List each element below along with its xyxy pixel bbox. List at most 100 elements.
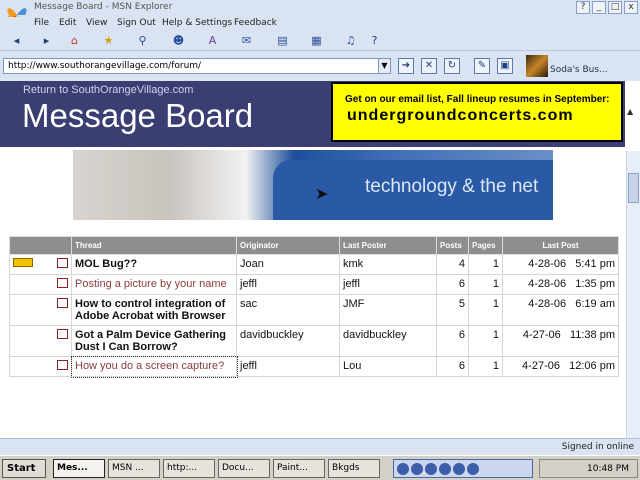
- stop-button[interactable]: ✕: [421, 58, 437, 74]
- task-msn[interactable]: MSN ...: [108, 459, 160, 478]
- forward-icon[interactable]: ▸: [40, 34, 53, 47]
- header-originator[interactable]: Originator: [236, 236, 340, 255]
- section-hero-image: ➤ technology & the net: [73, 150, 553, 220]
- originator-cell: jeffl: [236, 274, 340, 295]
- originator-cell: Joan: [236, 254, 340, 275]
- menu-help-settings[interactable]: Help & Settings: [162, 18, 232, 28]
- start-button[interactable]: Start: [2, 459, 46, 478]
- pages-cell: 1: [468, 356, 503, 377]
- last-poster-cell: kmk: [339, 254, 437, 275]
- favorites-icon[interactable]: ★: [102, 34, 115, 47]
- avatar[interactable]: [526, 55, 548, 77]
- last-post-cell: 4-27-06 12:06 pm: [502, 356, 619, 377]
- pages-cell: 1: [468, 274, 503, 295]
- table-row[interactable]: Posting a picture by your name jeffl jeffl…: [9, 274, 619, 295]
- edit-icon[interactable]: ✎: [474, 58, 490, 74]
- posts-cell: 6: [436, 274, 469, 295]
- originator-cell: sac: [236, 294, 340, 326]
- refresh-button[interactable]: ↻: [444, 58, 460, 74]
- thread-title[interactable]: Posting a picture by your name: [71, 274, 237, 295]
- taskbar: Start Mes... MSN ... http:... Docu... Pa…: [0, 455, 640, 480]
- title-bar: Message Board - MSN Explorer ? _ □ x: [0, 0, 640, 22]
- menu-feedback[interactable]: Feedback: [234, 18, 277, 28]
- email-icon[interactable]: ✉: [240, 34, 253, 47]
- money-icon[interactable]: ▤: [276, 34, 289, 47]
- last-post-cell: 4-28-06 1:35 pm: [502, 274, 619, 295]
- status-bar: Signed in online: [0, 438, 640, 455]
- user-name[interactable]: Soda's Bus...: [550, 65, 608, 75]
- posts-cell: 6: [436, 356, 469, 377]
- messenger-icon[interactable]: A: [206, 34, 219, 47]
- maximize-button[interactable]: □: [608, 1, 622, 14]
- thread-title[interactable]: How to control integration of Adobe Acro…: [71, 294, 237, 326]
- return-link[interactable]: Return to SouthOrangeVillage.com: [23, 84, 193, 96]
- print-icon[interactable]: ▣: [497, 58, 513, 74]
- music-icon[interactable]: ♫: [344, 34, 357, 47]
- table-row[interactable]: MOL Bug?? Joan kmk 4 1 4-28-06 5:41 pm: [9, 254, 619, 275]
- originator-cell: davidbuckley: [236, 325, 340, 357]
- vertical-scrollbar[interactable]: [626, 151, 640, 438]
- header-last-post[interactable]: Last Post: [502, 236, 619, 255]
- pages-cell: 1: [468, 325, 503, 357]
- help-icon[interactable]: ?: [368, 34, 381, 47]
- last-poster-cell: davidbuckley: [339, 325, 437, 357]
- minimize-button[interactable]: _: [592, 1, 606, 14]
- task-paint[interactable]: Paint...: [273, 459, 325, 478]
- thread-title[interactable]: How you do a screen capture?: [70, 355, 238, 378]
- media-volume-icon[interactable]: [467, 462, 479, 475]
- media-play-icon[interactable]: [411, 462, 423, 475]
- thread-document-icon[interactable]: [57, 278, 68, 288]
- header-thread[interactable]: Thread: [71, 236, 237, 255]
- header-banner: Return to SouthOrangeVillage.com Message…: [0, 81, 625, 147]
- icon-column-header: [9, 236, 72, 255]
- scroll-up-icon[interactable]: ▲: [627, 107, 638, 125]
- url-dropdown-icon[interactable]: ▼: [378, 59, 390, 73]
- menu-file[interactable]: File: [34, 18, 49, 28]
- header-pages[interactable]: Pages: [468, 236, 503, 255]
- menu-sign-out[interactable]: Sign Out: [117, 18, 156, 28]
- menu-edit[interactable]: Edit: [59, 18, 76, 28]
- row-icon-cell: [9, 254, 72, 275]
- home-icon[interactable]: ⌂: [68, 34, 81, 47]
- close-button[interactable]: x: [624, 1, 638, 14]
- thread-document-icon[interactable]: [57, 360, 68, 370]
- header-posts[interactable]: Posts: [436, 236, 469, 255]
- posts-cell: 5: [436, 294, 469, 326]
- last-poster-cell: JMF: [339, 294, 437, 326]
- scrollbar-thumb[interactable]: [628, 173, 639, 203]
- thread-document-icon[interactable]: [57, 298, 68, 308]
- help-button[interactable]: ?: [576, 1, 590, 14]
- table-row[interactable]: How you do a screen capture? jeffl Lou 6 1 4-…: [9, 355, 619, 378]
- go-button[interactable]: ➔: [398, 58, 414, 74]
- table-row[interactable]: Got a Palm Device Gathering Dust I Can B…: [9, 325, 619, 357]
- pages-cell: 1: [468, 254, 503, 275]
- media-controls[interactable]: [393, 459, 533, 478]
- header-last-poster[interactable]: Last Poster: [339, 236, 437, 255]
- thread-document-icon[interactable]: [57, 258, 68, 268]
- thread-title[interactable]: MOL Bug??: [71, 254, 237, 275]
- row-icon-cell: [9, 356, 72, 377]
- url-input[interactable]: http://www.southorangevillage.com/forum/: [3, 58, 391, 74]
- page-title: Message Board: [22, 97, 254, 134]
- row-icon-cell: [9, 274, 72, 295]
- thread-title[interactable]: Got a Palm Device Gathering Dust I Can B…: [71, 325, 237, 357]
- task-message-board[interactable]: Mes...: [53, 459, 105, 478]
- people-icon[interactable]: ☻: [172, 34, 185, 47]
- thread-document-icon[interactable]: [57, 329, 68, 339]
- new-badge-icon: [13, 258, 33, 267]
- back-icon[interactable]: ◂: [10, 34, 23, 47]
- shopping-icon[interactable]: ▦: [310, 34, 323, 47]
- table-row[interactable]: How to control integration of Adobe Acro…: [9, 294, 619, 326]
- last-post-cell: 4-27-06 11:38 pm: [502, 325, 619, 357]
- media-stop-icon[interactable]: [439, 462, 451, 475]
- task-bkgds[interactable]: Bkgds: [328, 459, 380, 478]
- media-next-icon[interactable]: [453, 462, 465, 475]
- task-browser[interactable]: http:...: [163, 459, 215, 478]
- search-icon[interactable]: ⚲: [136, 34, 149, 47]
- menu-view[interactable]: View: [86, 18, 107, 28]
- media-pause-icon[interactable]: [425, 462, 437, 475]
- task-document[interactable]: Docu...: [218, 459, 270, 478]
- media-prev-icon[interactable]: [397, 462, 409, 475]
- section-title: technology & the net: [365, 176, 539, 197]
- ad-banner[interactable]: Get on our email list, Fall lineup resum…: [331, 82, 623, 142]
